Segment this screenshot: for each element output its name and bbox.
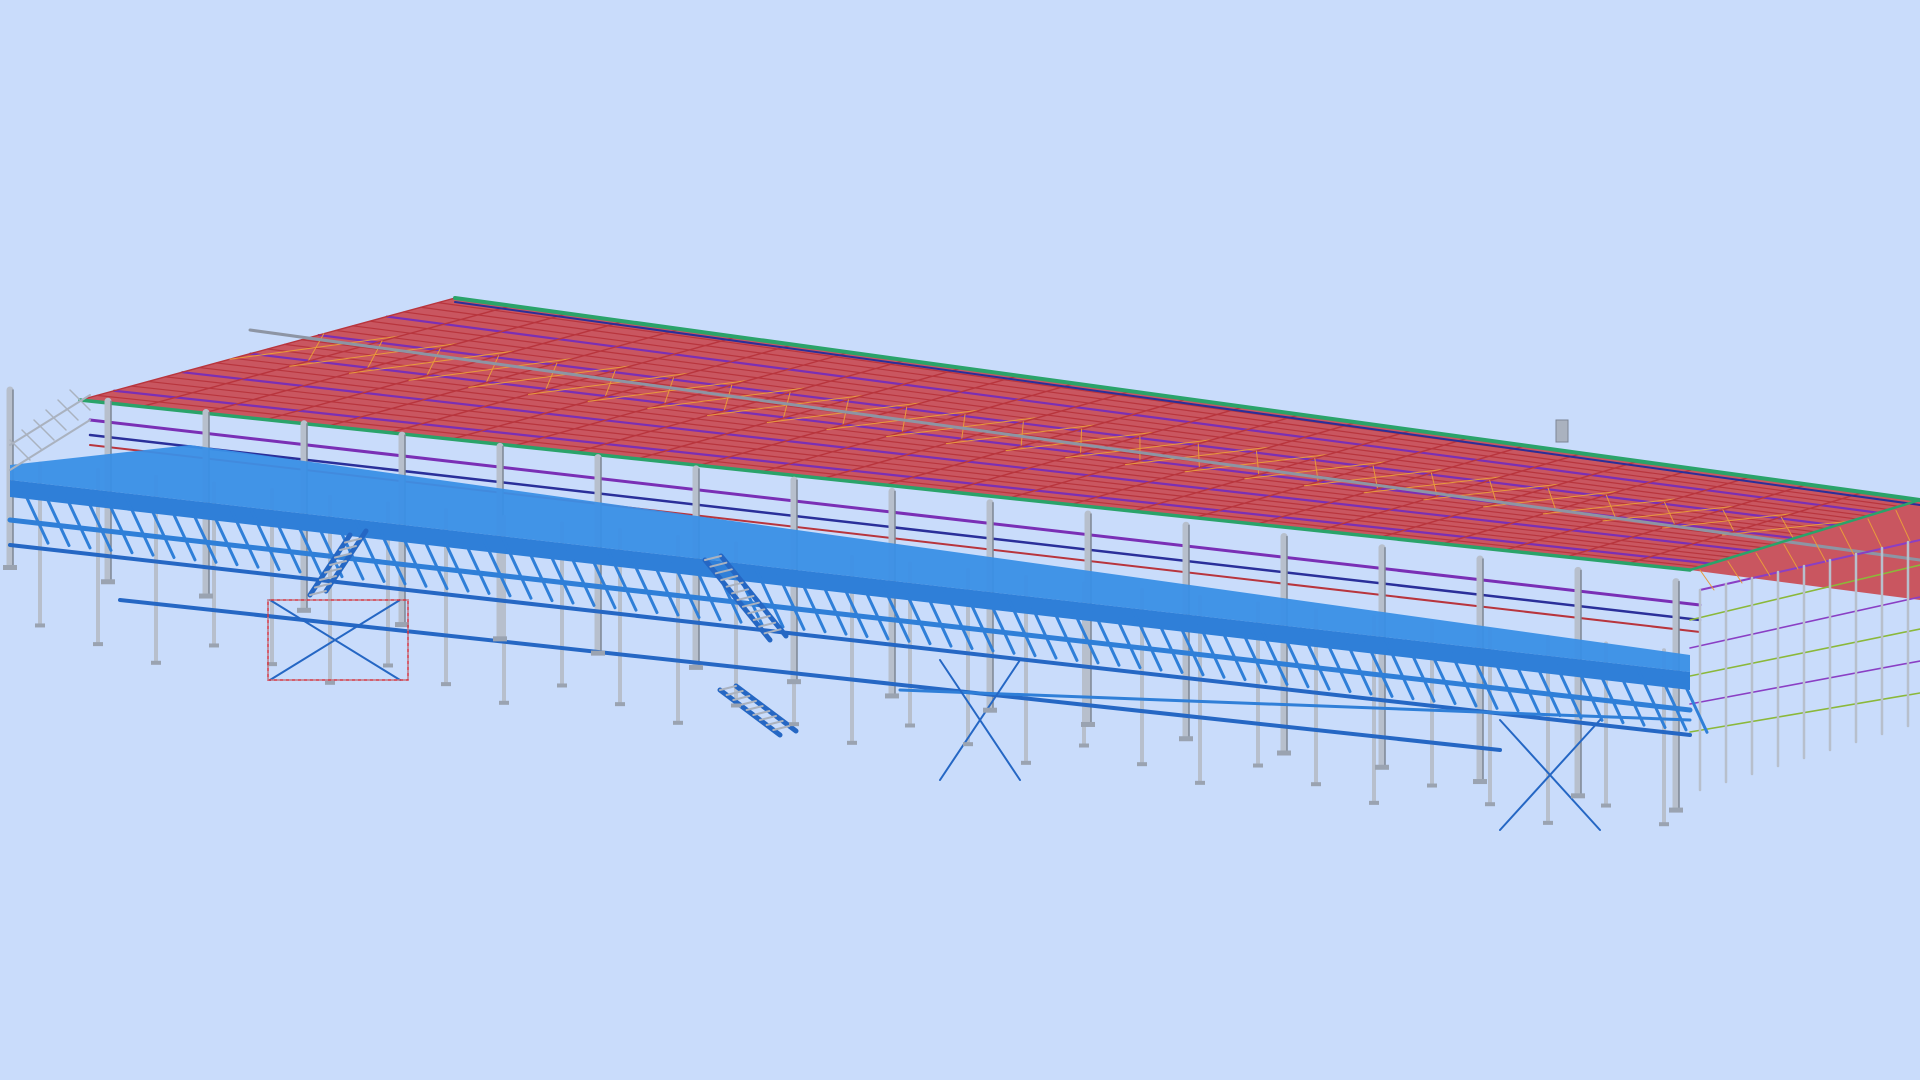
base-plate (591, 650, 605, 656)
stair-tread (752, 710, 771, 716)
base-plate (731, 703, 741, 708)
base-plate (93, 642, 103, 647)
base-plate (1081, 721, 1095, 727)
stair-tread (739, 700, 757, 706)
handrail (21, 429, 43, 451)
handrail (57, 399, 79, 421)
base-plate (325, 680, 335, 685)
base-plate (789, 722, 799, 727)
base-plate (847, 740, 857, 745)
base-plate (395, 622, 409, 628)
base-plate (1601, 803, 1611, 808)
base-plate (493, 636, 507, 642)
steel-structure-3d-model[interactable] (0, 0, 1920, 1080)
base-plate (1277, 750, 1291, 756)
base-plate (1253, 763, 1263, 768)
base-plate (1473, 779, 1487, 785)
base-plate (209, 643, 219, 648)
base-plate (383, 663, 393, 668)
stair-tread (752, 615, 771, 621)
base-plate (1195, 780, 1205, 785)
model-viewport[interactable] (0, 0, 1920, 1080)
base-plate (1571, 793, 1585, 799)
base-plate (441, 682, 451, 687)
base-plate (1311, 782, 1321, 787)
base-plate (199, 593, 213, 599)
base-plate (905, 723, 915, 728)
base-plate (1659, 822, 1669, 827)
base-plate (297, 607, 311, 613)
base-plate (885, 693, 899, 699)
base-plate (557, 683, 567, 688)
base-plate (787, 679, 801, 685)
base-plate (35, 623, 45, 628)
stair-tread (765, 720, 784, 726)
stair-tread (745, 705, 764, 711)
base-plate (151, 660, 161, 665)
base-plate (499, 700, 509, 705)
base-plate (689, 664, 703, 670)
base-plate (1369, 800, 1379, 805)
base-plate (1021, 760, 1031, 765)
base-plate (1485, 802, 1495, 807)
base-plate (983, 707, 997, 713)
stair-tread (772, 725, 791, 731)
base-plate (1179, 736, 1193, 742)
base-plate (673, 720, 683, 725)
base-plate (1427, 783, 1437, 788)
base-plate (1669, 807, 1683, 813)
base-plate (1137, 762, 1147, 767)
end-truss-web (1699, 569, 1715, 591)
base-plate (1079, 743, 1089, 748)
stair-tread (759, 715, 777, 721)
base-plate (1375, 764, 1389, 770)
stair-tread (719, 685, 737, 691)
base-plate (1543, 820, 1553, 825)
roof-vent (1555, 419, 1569, 443)
base-plate (615, 702, 625, 707)
base-plate (3, 565, 17, 570)
base-plate (101, 579, 115, 585)
base-plate (963, 742, 973, 747)
